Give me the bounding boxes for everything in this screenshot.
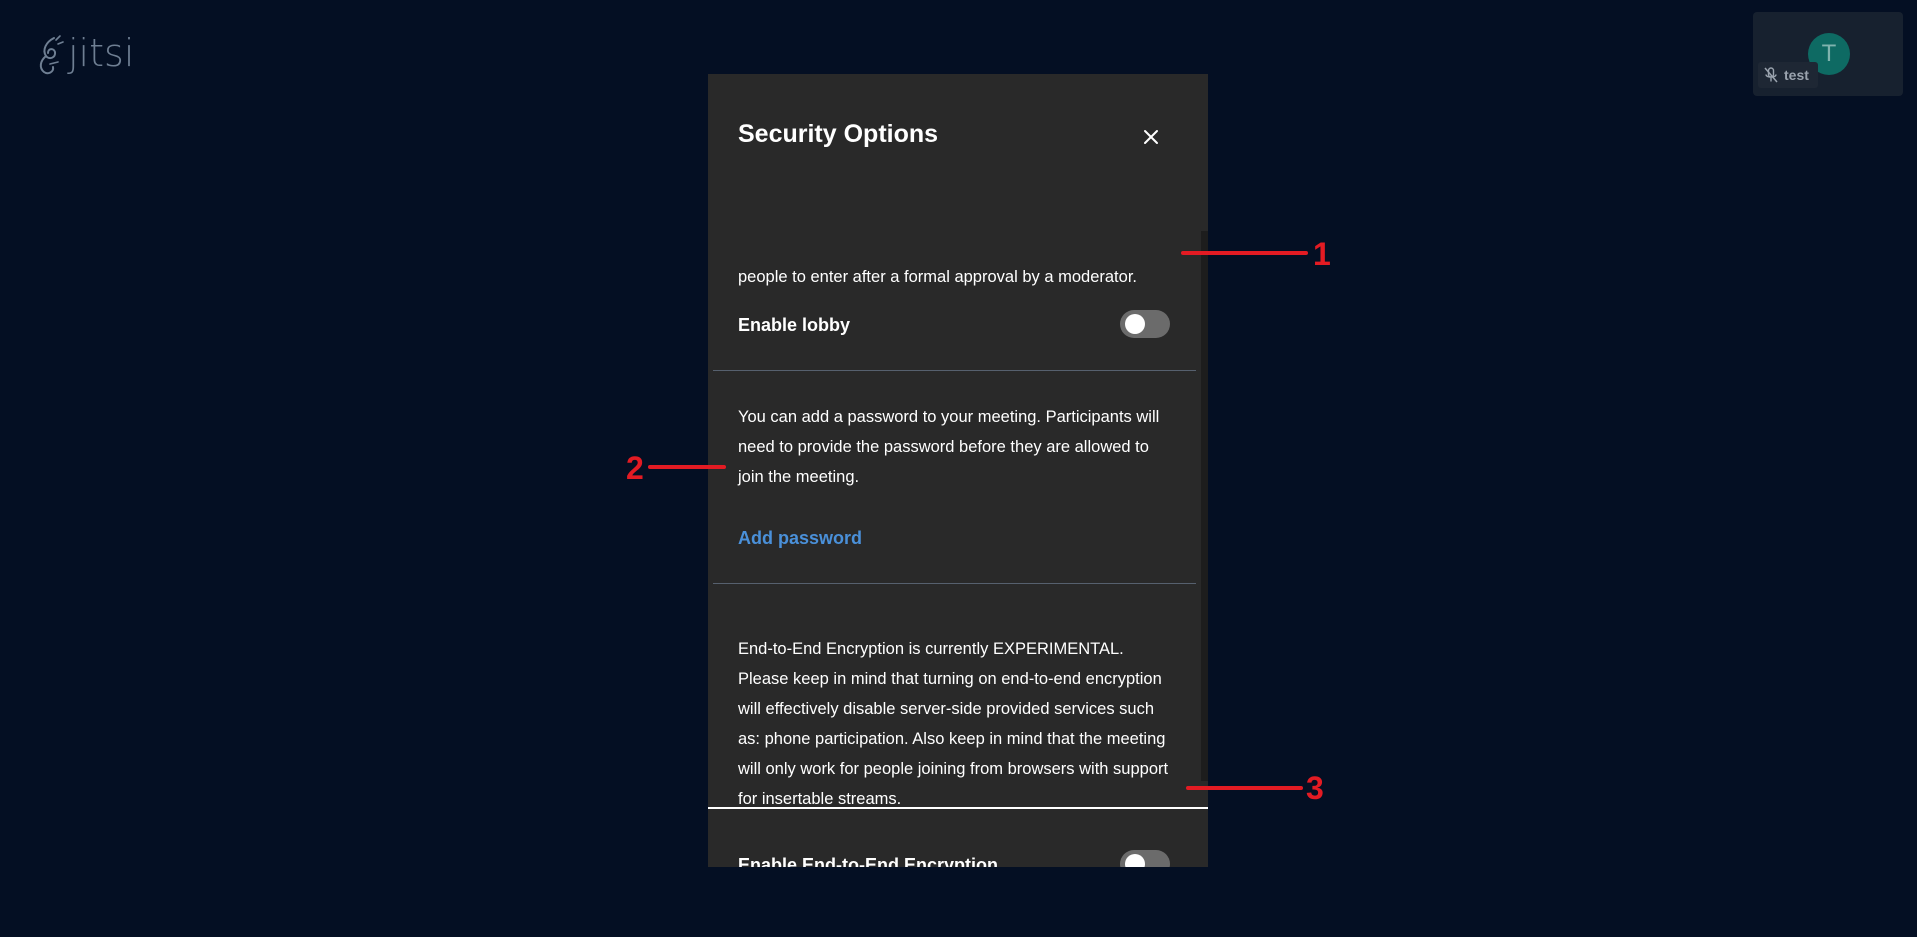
focus-underline bbox=[708, 807, 1208, 809]
enable-e2ee-label: Enable End-to-End Encryption bbox=[738, 855, 998, 867]
jitsi-logo[interactable]: jitsi bbox=[36, 34, 134, 76]
e2ee-description-line-1: End-to-End Encryption is currently EXPER… bbox=[738, 640, 1124, 658]
toggle-knob bbox=[1125, 854, 1145, 867]
security-options-dialog: Security Options people to enter after a… bbox=[708, 74, 1208, 867]
meeting-stage: jitsi T test Security Options people to … bbox=[0, 0, 1917, 937]
participant-name-badge: test bbox=[1758, 62, 1818, 88]
e2ee-description-line-6: for insertable streams. bbox=[738, 790, 902, 808]
annotation-line-1 bbox=[1181, 251, 1308, 255]
jitsi-watermark-icon bbox=[39, 35, 64, 75]
toggle-knob bbox=[1125, 314, 1145, 334]
annotation-number-2: 2 bbox=[626, 450, 644, 486]
e2ee-description-line-4: as: phone participation. Also keep in mi… bbox=[738, 730, 1166, 748]
logo-text: jitsi bbox=[68, 31, 135, 75]
add-password-link[interactable]: Add password bbox=[738, 528, 862, 549]
e2ee-description-line-2: Please keep in mind that turning on end-… bbox=[738, 670, 1162, 688]
enable-e2ee-toggle[interactable] bbox=[1120, 850, 1170, 867]
participant-thumbnail[interactable]: T test bbox=[1753, 12, 1903, 96]
scrollbar[interactable] bbox=[1201, 231, 1208, 781]
participant-name: test bbox=[1784, 67, 1809, 83]
lobby-description: people to enter after a formal approval … bbox=[738, 268, 1137, 286]
dialog-title: Security Options bbox=[738, 120, 939, 148]
close-button[interactable] bbox=[1136, 122, 1166, 152]
mic-muted-icon bbox=[1764, 67, 1778, 83]
password-description-line-2: need to provide the password before they… bbox=[738, 438, 1149, 456]
enable-lobby-label: Enable lobby bbox=[738, 315, 851, 335]
e2ee-description-line-5: will only work for people joining from b… bbox=[738, 760, 1169, 778]
annotation-number-3: 3 bbox=[1306, 770, 1324, 806]
e2ee-description-line-3: will effectively disable server-side pro… bbox=[738, 700, 1155, 718]
annotation-number-1: 1 bbox=[1313, 236, 1331, 272]
section-divider bbox=[713, 370, 1196, 371]
annotation-line-2 bbox=[648, 465, 726, 469]
dialog-content: people to enter after a formal approval … bbox=[708, 184, 1201, 867]
password-description-line-3: join the meeting. bbox=[738, 468, 860, 486]
annotation-line-3 bbox=[1186, 786, 1303, 790]
section-divider bbox=[713, 583, 1196, 584]
close-icon bbox=[1144, 130, 1158, 144]
password-description-line-1: You can add a password to your meeting. … bbox=[738, 408, 1160, 426]
enable-lobby-toggle[interactable] bbox=[1120, 310, 1170, 338]
